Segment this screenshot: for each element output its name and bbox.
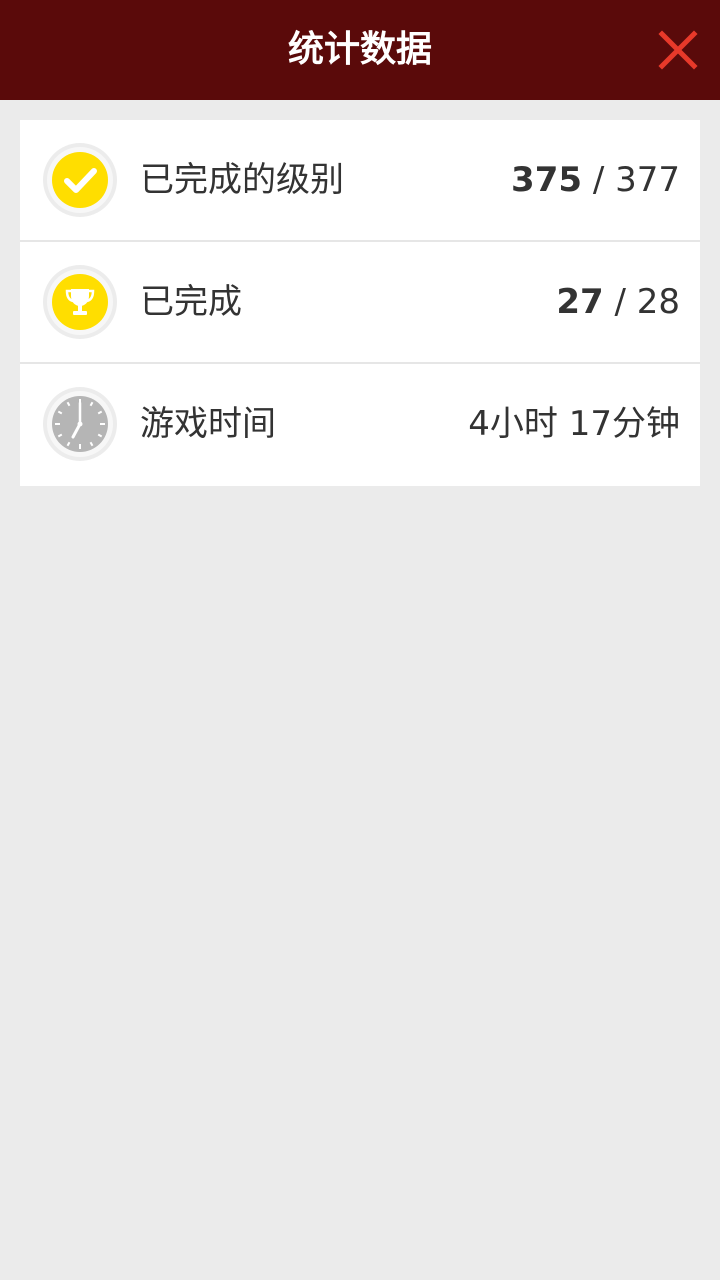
stat-label: 已完成 (140, 282, 242, 322)
stat-value-total: 28 (636, 282, 680, 322)
stat-value: 4小时 17分钟 (468, 404, 680, 444)
close-icon (658, 30, 698, 70)
stat-value-current: 27 (556, 282, 604, 322)
stat-value-separator: / (603, 282, 637, 322)
stat-row-levels: 已完成的级别 375 / 377 (20, 120, 700, 242)
header-bar: 统计数据 (0, 0, 720, 100)
stat-row-achievements: 已完成 27 / 28 (20, 242, 700, 364)
stat-value-current: 375 (511, 160, 583, 200)
stat-label: 游戏时间 (140, 404, 276, 444)
stat-value: 27 / 28 (556, 242, 680, 362)
stat-value: 375 / 377 (511, 120, 680, 240)
stat-value-separator: / (582, 160, 616, 200)
close-button[interactable] (650, 22, 706, 78)
clock-icon (42, 386, 118, 462)
page-title: 统计数据 (287, 29, 432, 70)
check-icon (42, 142, 118, 218)
stat-row-playtime: 游戏时间 4小时 17分钟 (20, 364, 700, 486)
trophy-icon (42, 264, 118, 340)
stats-list: 已完成的级别 375 / 377 已完成 27 / 28 游戏时间 4小时 17… (20, 120, 700, 486)
stat-value-total: 377 (615, 160, 680, 200)
stat-label: 已完成的级别 (140, 160, 344, 200)
